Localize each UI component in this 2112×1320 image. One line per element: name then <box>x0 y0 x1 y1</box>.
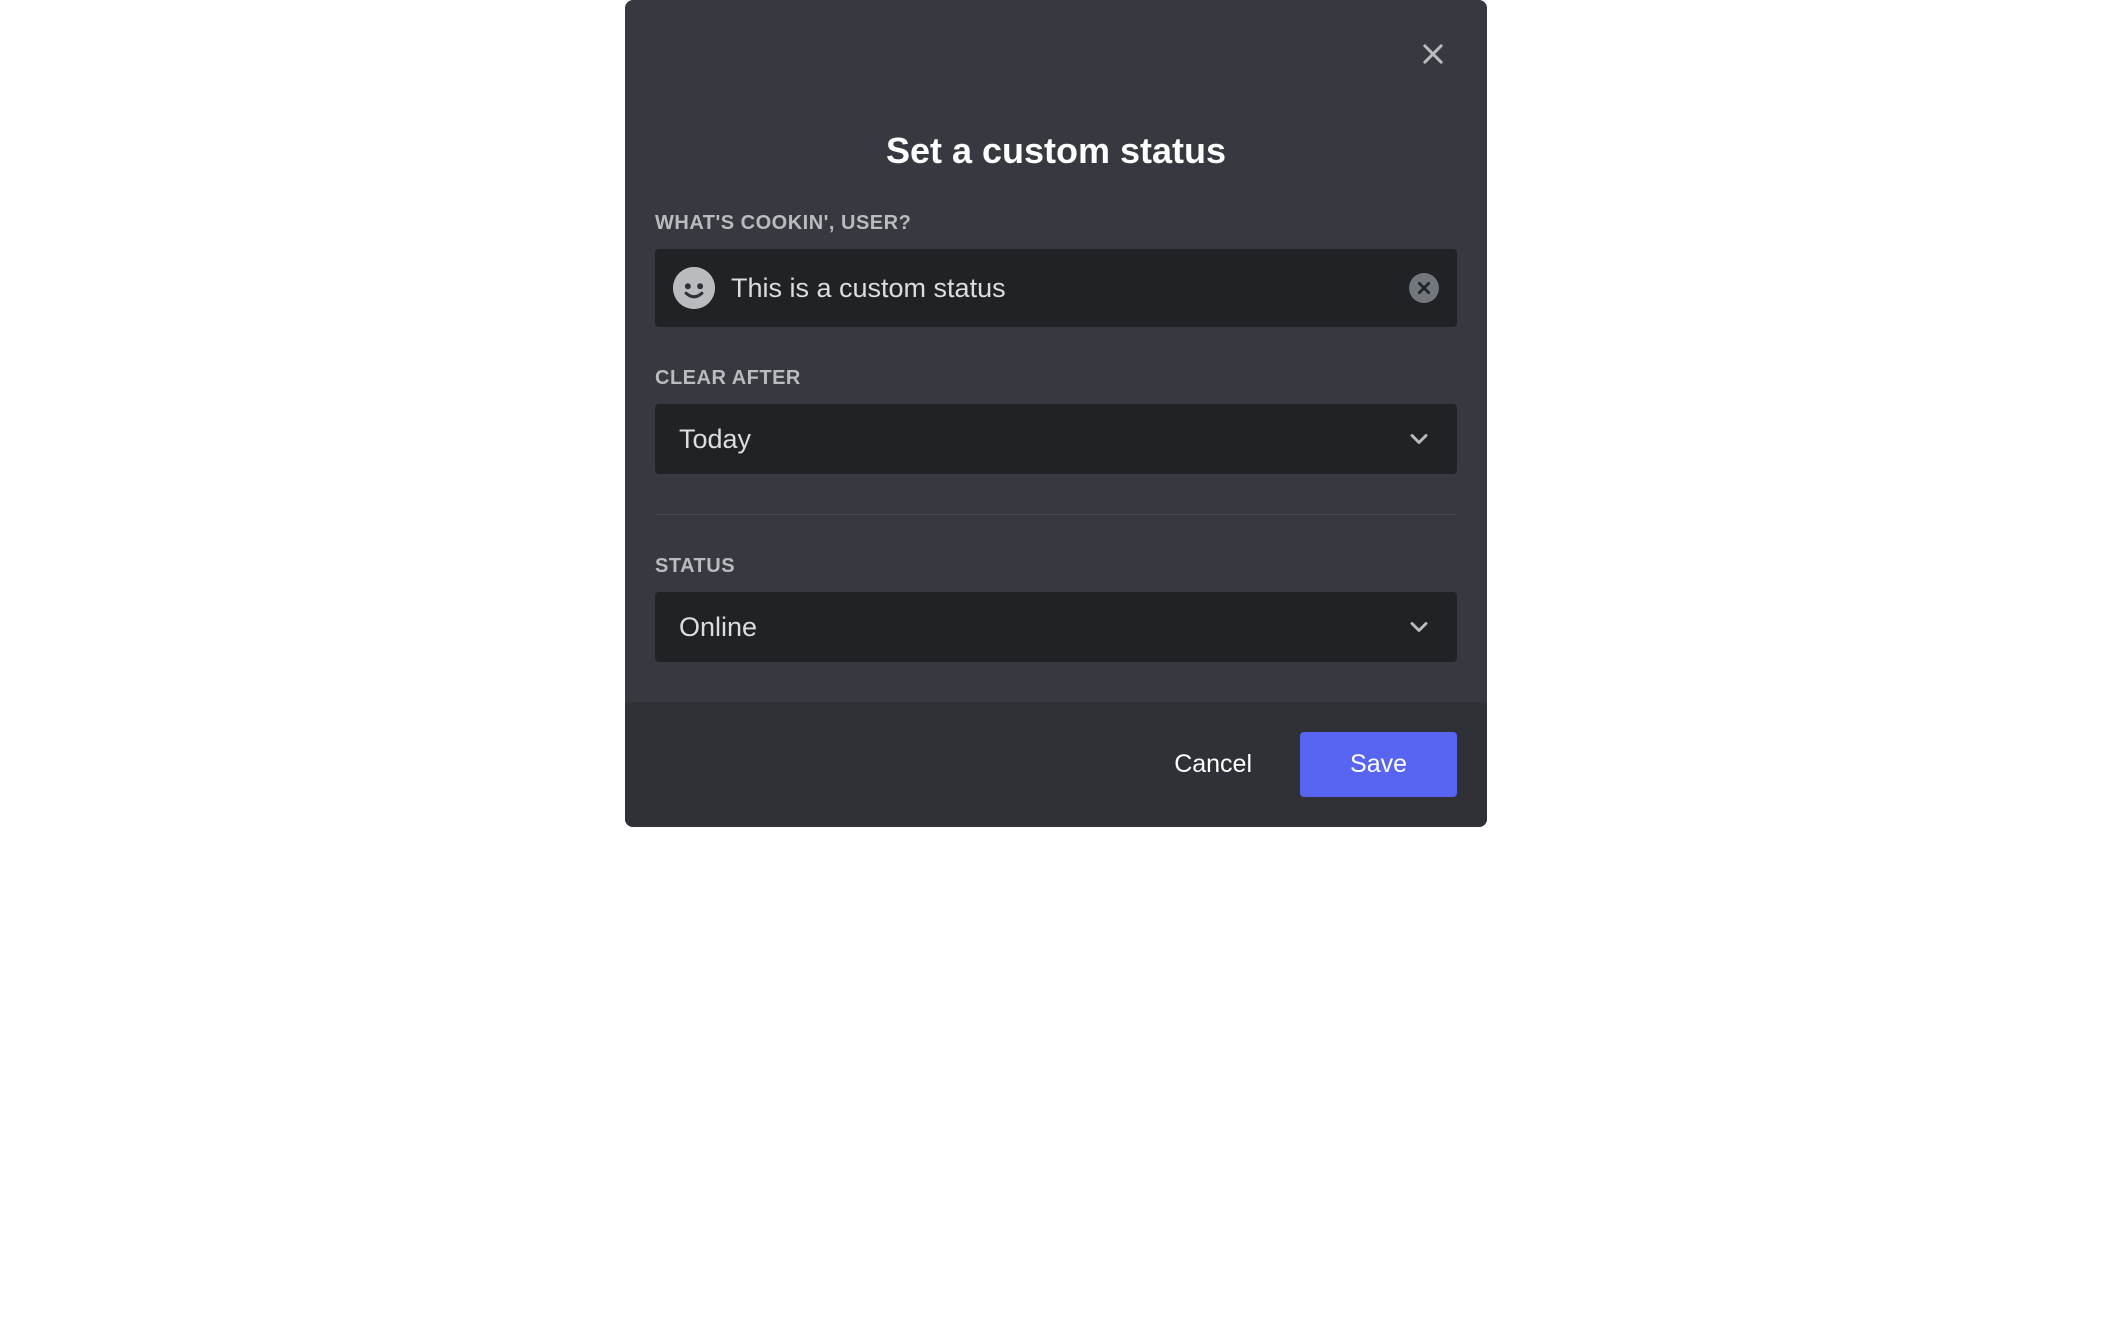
chevron-down-icon <box>1405 425 1433 453</box>
status-value: Online <box>679 612 757 643</box>
clear-after-select[interactable]: Today <box>655 404 1457 474</box>
modal-title: Set a custom status <box>625 130 1487 172</box>
cancel-button[interactable]: Cancel <box>1150 732 1276 797</box>
save-button[interactable]: Save <box>1300 732 1457 797</box>
modal-header: Set a custom status <box>625 0 1487 212</box>
status-label: STATUS <box>655 555 1457 578</box>
status-select[interactable]: Online <box>655 592 1457 662</box>
clear-after-label: CLEAR AFTER <box>655 367 1457 390</box>
chevron-down-icon <box>1405 613 1433 641</box>
modal-body: WHAT'S COOKIN', USER? CLEAR AFTER Tod <box>625 212 1487 662</box>
clear-after-value: Today <box>679 424 751 455</box>
clear-input-icon[interactable] <box>1409 273 1439 303</box>
modal-footer: Cancel Save <box>625 702 1487 827</box>
emoji-picker-icon[interactable] <box>673 267 715 309</box>
custom-status-modal: Set a custom status WHAT'S COOKIN', USER… <box>625 0 1487 827</box>
status-field-label: WHAT'S COOKIN', USER? <box>655 212 1457 235</box>
divider <box>655 514 1457 515</box>
close-icon[interactable] <box>1415 36 1451 72</box>
status-text-input[interactable] <box>731 273 1409 304</box>
status-input-wrapper <box>655 249 1457 327</box>
